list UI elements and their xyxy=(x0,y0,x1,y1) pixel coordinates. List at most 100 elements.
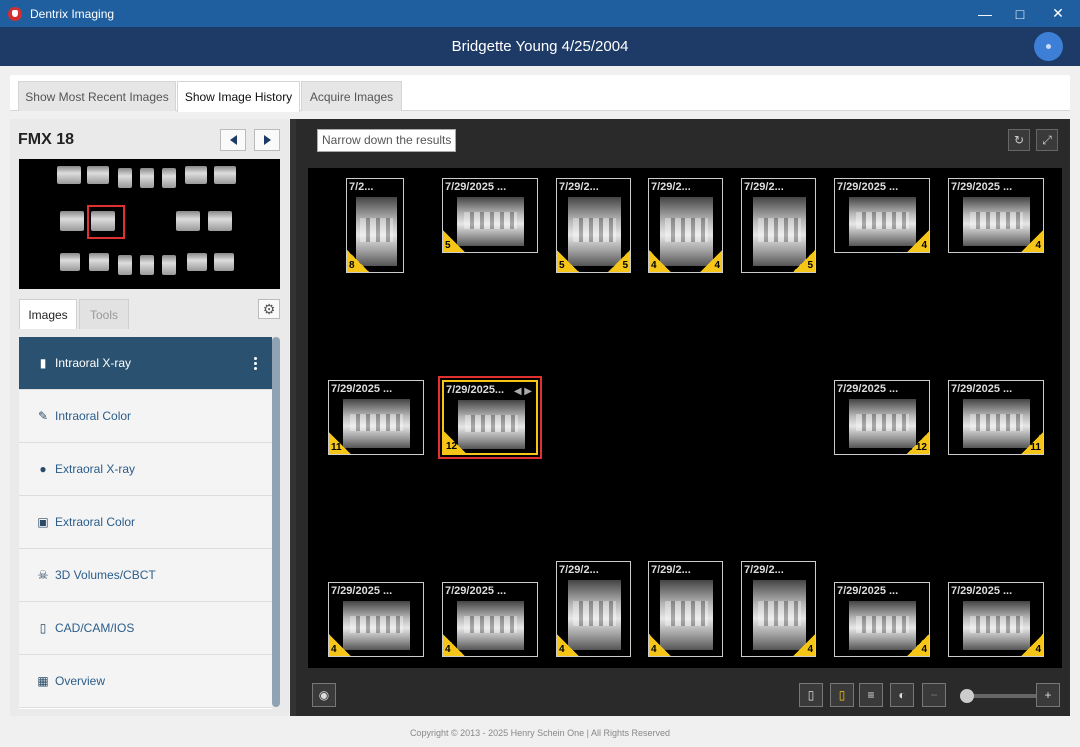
image-date: 7/2... xyxy=(349,181,374,193)
image-card[interactable]: 7/29/2... 4 xyxy=(741,561,816,657)
contrast-icon[interactable]: ◐ xyxy=(890,683,914,707)
minimize-button[interactable]: — xyxy=(966,0,1004,27)
left-panel: FMX 18 Images Tools ⚙ ▮ Intraoral X-ray xyxy=(10,119,289,716)
more-options-icon[interactable] xyxy=(254,357,258,372)
user-avatar[interactable] xyxy=(1034,32,1063,61)
tab-image-history[interactable]: Show Image History xyxy=(177,81,300,112)
category-extraoral-color[interactable]: ▣ Extraoral Color xyxy=(19,496,272,549)
refresh-icon[interactable]: ↻ xyxy=(1008,129,1030,151)
preview-thumb xyxy=(187,253,207,271)
category-label: Overview xyxy=(55,674,106,688)
image-count-badge: 4 xyxy=(557,634,579,656)
image-card[interactable]: 7/29/2... 5 xyxy=(741,178,816,273)
image-canvas: 7/2... 8 7/29/2025 ... 5 7/29/2... 5 5 7/29/2..… xyxy=(308,168,1062,668)
filter-input[interactable]: Narrow down the results xyxy=(317,129,457,152)
xray-thumbnail xyxy=(849,197,916,246)
head-icon: ● xyxy=(39,462,47,476)
image-count-badge: 5 xyxy=(793,250,815,272)
image-date: 7/29/2025 ... xyxy=(951,383,1013,395)
preview-thumb xyxy=(185,166,207,184)
image-card[interactable]: 7/29/2... 5 5 xyxy=(556,178,631,273)
image-date: 7/29/2025 ... xyxy=(445,181,507,193)
image-card[interactable]: 7/29/2... 4 xyxy=(648,561,723,657)
maximize-button[interactable]: □ xyxy=(1001,0,1039,27)
image-card[interactable]: 7/29/2025 ... 11 xyxy=(328,380,424,455)
xray-thumbnail xyxy=(343,601,410,650)
image-card[interactable]: 7/29/2025 ... 5 xyxy=(442,178,538,253)
preview-selection xyxy=(87,205,125,239)
image-date: 7/29/2025 ... xyxy=(951,181,1013,193)
image-date: 7/29/2... xyxy=(744,564,784,576)
category-extraoral-xray[interactable]: ● Extraoral X-ray xyxy=(19,443,272,496)
zoom-out-icon[interactable]: − xyxy=(922,683,946,707)
preview-thumb xyxy=(87,166,109,184)
settings-gear-icon[interactable]: ⚙ xyxy=(258,299,280,319)
arrow-left-icon xyxy=(229,135,237,145)
category-scrollbar[interactable] xyxy=(272,337,280,707)
image-date: 7/29/2025 ... xyxy=(331,585,393,597)
category-3d-volumes[interactable]: ☠ 3D Volumes/CBCT xyxy=(19,549,272,602)
image-count-badge: 11 xyxy=(1021,432,1043,454)
window-titlebar: Dentrix Imaging — □ ✕ xyxy=(0,0,1080,27)
image-count-badge: 4 xyxy=(700,250,722,272)
image-card[interactable]: 7/29/2025 ... 12 xyxy=(834,380,930,455)
category-overview[interactable]: ▦ Overview xyxy=(19,655,272,708)
category-label: CAD/CAM/IOS xyxy=(55,621,135,635)
image-card[interactable]: 7/29/2025 ... 4 xyxy=(948,582,1044,657)
category-label: Intraoral Color xyxy=(55,409,132,423)
image-date: 7/29/2025 ... xyxy=(445,585,507,597)
image-card[interactable]: 7/29/2025 ... 4 xyxy=(834,582,930,657)
tooth-highlight-icon[interactable]: ▯ xyxy=(830,683,854,707)
image-card[interactable]: 7/29/2025 ... 11 xyxy=(948,380,1044,455)
image-card[interactable]: 7/29/2025 ... 4 xyxy=(328,582,424,657)
preview-thumb xyxy=(89,253,109,271)
skull-icon: ☠ xyxy=(37,568,49,582)
image-card[interactable]: 7/29/2... 4 xyxy=(556,561,631,657)
patient-name: Bridgette Young 4/25/2004 xyxy=(451,38,629,55)
preview-thumb xyxy=(214,253,234,271)
image-count-badge: 4 xyxy=(907,230,929,252)
image-count-badge: 4 xyxy=(1021,230,1043,252)
selected-image-frame xyxy=(438,376,542,459)
zoom-slider[interactable] xyxy=(960,689,1038,703)
image-count-badge: 5 xyxy=(557,250,579,272)
image-card[interactable]: 7/29/2025 ... 4 xyxy=(948,178,1044,253)
close-button[interactable]: ✕ xyxy=(1039,0,1077,27)
tab-acquire-images[interactable]: Acquire Images xyxy=(301,81,402,111)
category-intraoral-xray[interactable]: ▮ Intraoral X-ray xyxy=(19,337,272,390)
zoom-in-icon[interactable]: + xyxy=(1036,683,1060,707)
image-card[interactable]: 7/29/2... 4 4 xyxy=(648,178,723,273)
xray-thumbnail xyxy=(343,399,410,448)
xray-thumbnail xyxy=(963,399,1030,448)
fmx-preview[interactable] xyxy=(19,159,280,289)
preview-thumb xyxy=(57,166,81,184)
image-card[interactable]: 7/2... 8 xyxy=(346,178,404,273)
tab-images[interactable]: Images xyxy=(19,299,77,329)
image-count-badge: 8 xyxy=(347,250,369,272)
tooth-outline-icon[interactable]: ▯ xyxy=(799,683,823,707)
left-tabs: Images Tools ⚙ xyxy=(18,299,280,329)
camera-icon: ▣ xyxy=(37,515,49,529)
tab-most-recent-images[interactable]: Show Most Recent Images xyxy=(18,81,176,111)
tab-tools[interactable]: Tools xyxy=(79,299,129,329)
image-date: 7/29/2025 ... xyxy=(837,181,899,193)
image-date: 7/29/2025 ... xyxy=(837,585,899,597)
xray-thumbnail xyxy=(849,399,916,448)
preview-thumb xyxy=(60,211,84,231)
zoom-slider-handle[interactable] xyxy=(960,689,974,703)
xray-thumbnail xyxy=(963,197,1030,246)
image-card[interactable]: 7/29/2025 ... 4 xyxy=(834,178,930,253)
adjust-sliders-icon[interactable]: ≡ xyxy=(859,683,883,707)
category-label: 3D Volumes/CBCT xyxy=(55,568,156,582)
xray-thumbnail xyxy=(849,601,916,650)
eye-icon[interactable]: ◉ xyxy=(312,683,336,707)
previous-series-button[interactable] xyxy=(220,129,246,151)
fullscreen-icon[interactable]: ⤢ xyxy=(1036,129,1058,151)
preview-thumb xyxy=(208,211,232,231)
category-intraoral-color[interactable]: ✎ Intraoral Color xyxy=(19,390,272,443)
image-card[interactable]: 7/29/2025 ... 4 xyxy=(442,582,538,657)
xray-thumbnail xyxy=(457,197,524,246)
image-date: 7/29/2... xyxy=(559,564,599,576)
next-series-button[interactable] xyxy=(254,129,280,151)
category-cad-cam-ios[interactable]: ▯ CAD/CAM/IOS xyxy=(19,602,272,655)
